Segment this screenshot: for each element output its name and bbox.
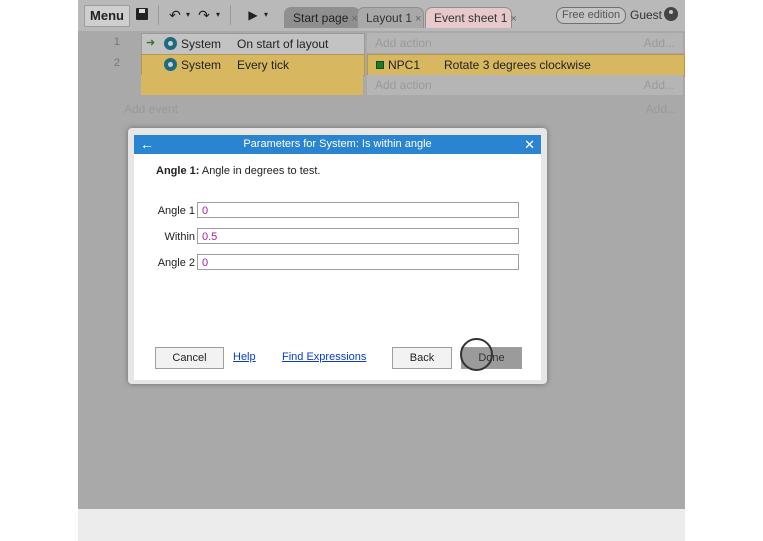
line-number: 2	[113, 57, 120, 69]
save-icon[interactable]	[136, 6, 150, 24]
tab-label: Event sheet 1	[434, 11, 508, 25]
event-condition[interactable]: System Every tick	[141, 54, 365, 76]
back-arrow-icon[interactable]: ←	[140, 135, 154, 154]
cancel-button[interactable]: Cancel	[155, 347, 224, 369]
dialog-title-bar: ← Parameters for System: Is within angle…	[134, 135, 541, 154]
tab-close-icon[interactable]: ×	[415, 13, 421, 25]
help-link[interactable]: Help	[233, 351, 256, 363]
condition-object: System	[181, 37, 222, 51]
tab-label: Layout 1	[366, 11, 413, 25]
status-strip	[78, 509, 685, 541]
event-action[interactable]: NPC1 Rotate 3 degrees clockwise	[367, 54, 685, 76]
param-row-within: Within 0.5	[134, 228, 541, 246]
main-toolbar: Menu ↶ ▾ ↷ ▾ ▶ ▾ Start page × Layout 1 × E…	[78, 0, 685, 32]
free-edition-badge[interactable]: Free edition	[556, 7, 627, 24]
event-actions[interactable]: Add action Add...	[367, 75, 683, 95]
add-link[interactable]: Add...	[644, 75, 675, 95]
add-action-link[interactable]: Add action	[375, 75, 432, 95]
condition-text: On start of layout	[237, 37, 329, 51]
guest-label[interactable]: Guest	[630, 8, 662, 22]
angle-2-input[interactable]: 0	[197, 254, 519, 270]
add-action-link[interactable]: Add action	[375, 33, 432, 53]
event-condition[interactable]: ➜ System On start of layout	[141, 33, 365, 55]
undo-icon[interactable]: ↶	[167, 6, 183, 24]
action-object: NPC1	[388, 58, 421, 72]
system-gear-icon	[164, 58, 177, 71]
param-label: Angle 2	[157, 257, 195, 269]
tab-label: Start page	[293, 11, 349, 25]
param-row-angle-2: Angle 2 0	[134, 254, 541, 272]
condition-text: Every tick	[237, 58, 290, 72]
dialog-title: Parameters for System: Is within angle	[243, 138, 432, 150]
event-actions[interactable]: Add action Add...	[367, 33, 683, 53]
click-indicator	[460, 338, 493, 371]
find-expressions-link[interactable]: Find Expressions	[282, 351, 366, 363]
angle-1-input[interactable]: 0	[197, 202, 519, 218]
user-icon[interactable]	[664, 7, 678, 21]
system-gear-icon	[164, 37, 177, 50]
within-input[interactable]: 0.5	[197, 228, 519, 244]
add-link[interactable]: Add...	[646, 102, 677, 116]
tab-layout-1[interactable]: Layout 1 ×	[357, 7, 424, 28]
close-icon[interactable]: ✕	[524, 135, 535, 154]
back-button[interactable]: Back	[392, 347, 452, 369]
condition-object: System	[181, 58, 222, 72]
add-link[interactable]: Add...	[644, 33, 675, 53]
parameter-description: Angle 1: Angle in degrees to test.	[156, 165, 321, 177]
event-condition-area[interactable]	[141, 75, 363, 95]
event-row[interactable]: ➜ System On start of layout Add action A…	[141, 33, 683, 55]
line-number: 1	[113, 36, 120, 48]
toolbar-separator	[230, 5, 231, 25]
add-event-link[interactable]: Add event	[124, 102, 178, 116]
play-icon[interactable]: ▶	[247, 6, 259, 24]
undo-dropdown-icon[interactable]: ▾	[185, 6, 191, 24]
toolbar-separator	[158, 5, 159, 25]
trigger-arrow-icon: ➜	[146, 37, 156, 49]
sprite-icon	[376, 61, 384, 69]
play-dropdown-icon[interactable]: ▾	[263, 6, 269, 24]
menu-button[interactable]: Menu	[84, 5, 130, 27]
event-row-selected[interactable]: System Every tick NPC1 Rotate 3 degrees …	[141, 54, 685, 76]
tab-start-page[interactable]: Start page ×	[284, 7, 360, 28]
parameter-help-text: Angle in degrees to test.	[199, 165, 321, 177]
redo-icon[interactable]: ↷	[196, 6, 212, 24]
redo-dropdown-icon[interactable]: ▾	[215, 6, 221, 24]
action-text: Rotate 3 degrees clockwise	[444, 58, 591, 72]
tab-close-icon[interactable]: ×	[510, 13, 516, 25]
tab-event-sheet-1[interactable]: Event sheet 1 ×	[425, 7, 517, 28]
parameter-name: Angle 1:	[156, 165, 200, 177]
param-row-angle-1: Angle 1 0	[134, 202, 541, 220]
param-label: Within	[164, 231, 195, 243]
param-label: Angle 1	[157, 205, 195, 217]
